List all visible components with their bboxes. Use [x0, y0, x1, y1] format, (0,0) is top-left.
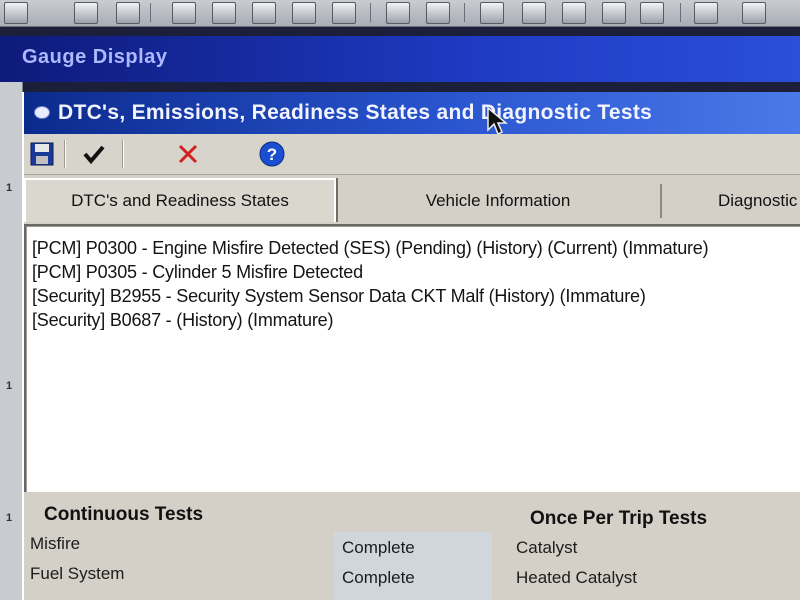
tab-strip: DTC's and Readiness States Vehicle Infor…	[24, 174, 800, 222]
gauge-icon[interactable]	[386, 2, 410, 24]
save-icon[interactable]	[28, 140, 56, 168]
once-per-trip-header: Once Per Trip Tests	[530, 508, 708, 529]
info-icon[interactable]	[742, 2, 766, 24]
close-icon[interactable]	[174, 140, 202, 168]
folder-icon[interactable]	[74, 2, 98, 24]
tab-diagnostic[interactable]: Diagnostic	[664, 184, 800, 218]
list-item[interactable]: [PCM] P0305 - Cylinder 5 Misfire Detecte…	[32, 262, 363, 283]
globe-icon[interactable]	[212, 2, 236, 24]
chat-icon[interactable]	[480, 2, 504, 24]
list-item[interactable]: [PCM] P0300 - Engine Misfire Detected (S…	[32, 238, 709, 259]
document-icon[interactable]	[602, 2, 626, 24]
continuous-tests-header: Continuous Tests	[44, 504, 204, 525]
dtc-list[interactable]: [PCM] P0300 - Engine Misfire Detected (S…	[24, 224, 800, 496]
test-name: Fuel System	[30, 564, 125, 583]
test-status: Complete	[342, 568, 415, 587]
panel-icon[interactable]	[292, 2, 316, 24]
help-icon[interactable]: ?	[258, 140, 286, 168]
save-icon[interactable]	[116, 2, 140, 24]
svg-text:?: ?	[267, 145, 277, 164]
rail-mark: 1	[6, 380, 13, 392]
pencil-icon[interactable]	[4, 2, 28, 24]
tab-dtcs-readiness[interactable]: DTC's and Readiness States	[24, 178, 336, 222]
readiness-tests-panel: Continuous Tests Once Per Trip Tests Mis…	[24, 492, 800, 600]
rail-mark: 1	[6, 182, 13, 194]
grid-icon[interactable]	[252, 2, 276, 24]
left-rail: 1 1 1	[0, 82, 23, 600]
list-item[interactable]: [Security] B2955 - Security System Senso…	[32, 286, 646, 307]
dtc-dialog: DTC's, Emissions, Readiness States and D…	[22, 92, 800, 600]
phone-icon[interactable]	[522, 2, 546, 24]
test-status: Complete	[342, 538, 415, 557]
dialog-toolbar: ?	[24, 134, 800, 175]
test-name: Misfire	[30, 534, 81, 553]
app-toolbar	[0, 0, 800, 27]
test-name: Catalyst	[516, 538, 578, 557]
temperature-icon[interactable]	[694, 2, 718, 24]
check-icon[interactable]	[80, 140, 108, 168]
window-menu-icon[interactable]	[34, 106, 50, 119]
tab-vehicle-information[interactable]: Vehicle Information	[336, 184, 662, 218]
outer-window-title-bar: Gauge Display	[0, 36, 800, 82]
test-name: Heated Catalyst	[516, 568, 637, 587]
table-icon[interactable]	[172, 2, 196, 24]
dialog-title: DTC's, Emissions, Readiness States and D…	[58, 101, 653, 124]
list-item[interactable]: [Security] B0687 - (History) (Immature)	[32, 310, 333, 331]
notes-icon[interactable]	[640, 2, 664, 24]
rail-mark: 1	[6, 512, 13, 524]
layout-icon[interactable]	[332, 2, 356, 24]
outer-window-title: Gauge Display	[22, 46, 168, 68]
mouse-cursor-icon	[487, 106, 508, 136]
floppy-icon[interactable]	[562, 2, 586, 24]
percent-icon[interactable]	[426, 2, 450, 24]
dialog-title-bar: DTC's, Emissions, Readiness States and D…	[24, 92, 800, 136]
